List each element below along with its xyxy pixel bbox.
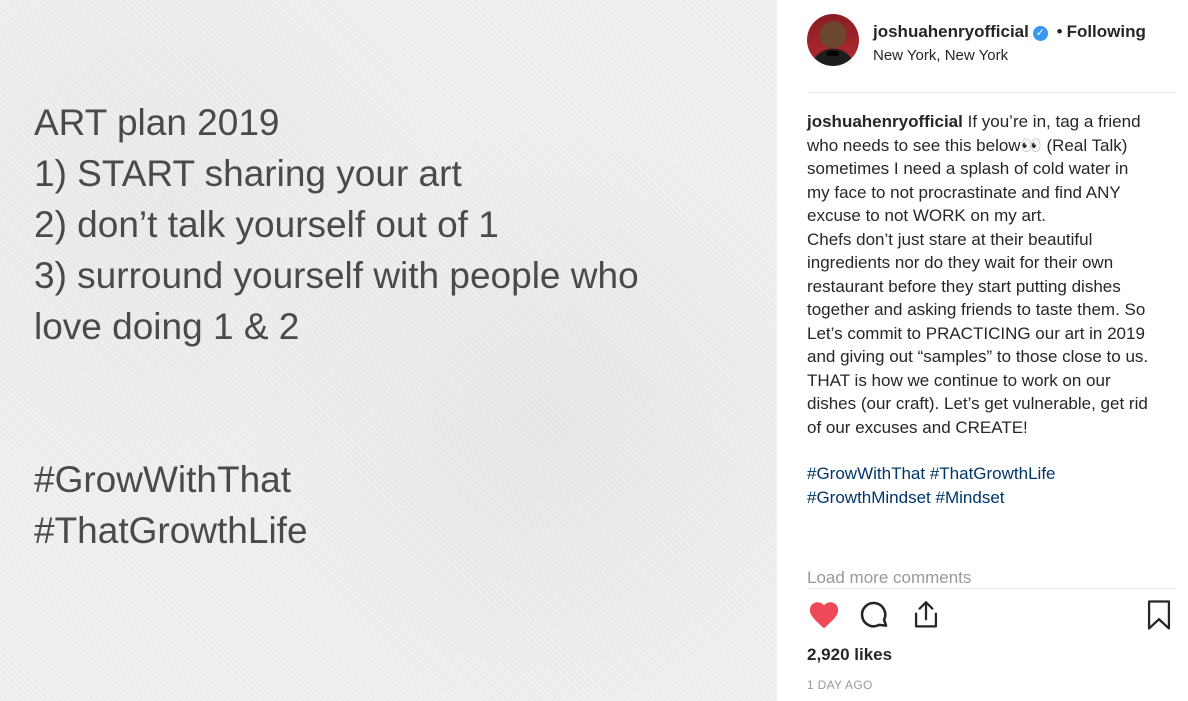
header-username[interactable]: joshuahenryofficial — [873, 22, 1029, 41]
caption-paragraph: joshuahenryofficial If you’re in, tag a … — [807, 110, 1149, 228]
image-hashtag: #ThatGrowthLife — [34, 510, 308, 551]
image-text-line: 3) surround yourself with people who — [34, 255, 639, 296]
verified-badge-icon: ✓ — [1032, 26, 1048, 41]
image-text-line: 2) don’t talk yourself out of 1 — [34, 204, 499, 245]
post-sidebar: joshuahenryofficial ✓ • Following New York… — [776, 0, 1188, 701]
hashtag-link[interactable]: #GrowthMindset — [807, 488, 931, 507]
share-icon[interactable] — [909, 598, 943, 632]
action-bar — [807, 598, 1176, 634]
load-more-comments-button[interactable]: Load more comments — [807, 568, 971, 588]
image-text-line: ART plan 2019 — [34, 102, 280, 143]
likes-count[interactable]: 2,920 likes — [807, 645, 892, 665]
image-text-line: 1) START sharing your art — [34, 153, 462, 194]
caption-hashtags: #GrowWithThat #ThatGrowthLife #GrowthMin… — [807, 462, 1149, 509]
location-link[interactable]: New York, New York — [873, 47, 1008, 64]
bookmark-icon[interactable] — [1142, 598, 1176, 632]
post-image-text: ART plan 2019 1) START sharing your art … — [34, 97, 754, 556]
caption-paragraph: Chefs don’t just stare at their beautifu… — [807, 229, 1149, 437]
caption-username[interactable]: joshuahenryofficial — [807, 112, 963, 131]
heart-icon[interactable] — [807, 598, 841, 632]
post-image[interactable]: ART plan 2019 1) START sharing your art … — [0, 0, 776, 701]
header-user-line: joshuahenryofficial ✓ • Following — [873, 22, 1146, 42]
hashtag-link[interactable]: #Mindset — [936, 488, 1005, 507]
separator-dot: • — [1056, 22, 1063, 41]
divider — [807, 588, 1176, 589]
post-timestamp[interactable]: 1 DAY AGO — [807, 678, 873, 692]
hashtag-link[interactable]: #ThatGrowthLife — [930, 464, 1056, 483]
divider — [807, 92, 1176, 93]
comment-icon[interactable] — [857, 598, 891, 632]
avatar[interactable] — [807, 14, 859, 66]
post-header: joshuahenryofficial ✓ • Following New York… — [807, 14, 1188, 90]
caption: joshuahenryofficial If you’re in, tag a … — [807, 110, 1149, 509]
image-hashtag: #GrowWithThat — [34, 459, 292, 500]
following-button[interactable]: Following — [1067, 22, 1146, 41]
hashtag-link[interactable]: #GrowWithThat — [807, 464, 925, 483]
image-text-line: love doing 1 & 2 — [34, 306, 300, 347]
